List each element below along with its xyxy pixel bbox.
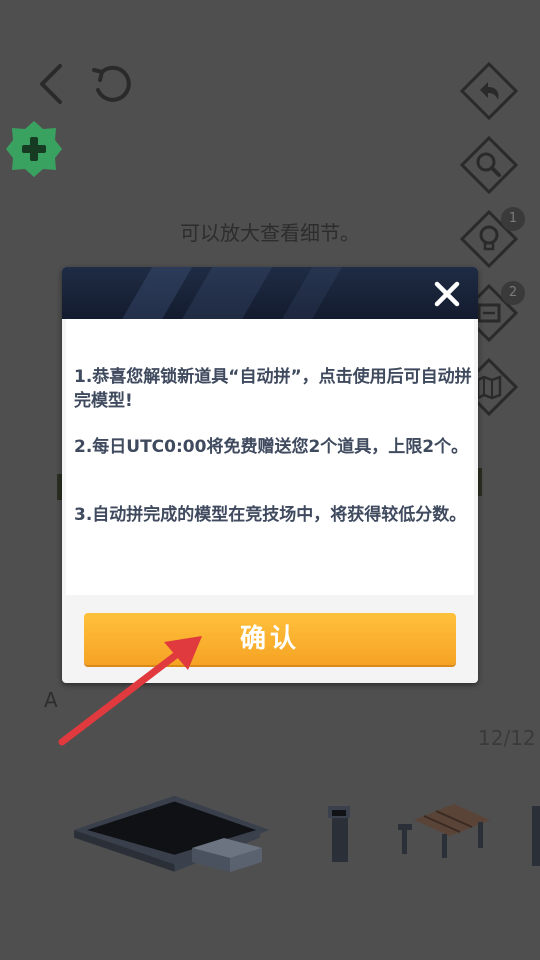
undo-button[interactable] — [460, 62, 518, 120]
piece-partial-right[interactable] — [532, 806, 540, 866]
page-count: 12/12 — [478, 726, 536, 750]
auto-build-count-badge: 2 — [501, 281, 525, 305]
dialog-paragraph-1: 1.恭喜您解锁新道具“自动拼”，点击使用后可自动拼完模型! — [74, 367, 472, 411]
auto-build-dialog: 1.恭喜您解锁新道具“自动拼”，点击使用后可自动拼完模型! 2.每日UTC0:0… — [62, 267, 478, 683]
back-icon[interactable] — [34, 62, 70, 106]
close-icon[interactable] — [430, 277, 464, 311]
map-icon — [476, 375, 502, 401]
add-button[interactable] — [4, 119, 64, 179]
lightbulb-icon — [479, 225, 499, 251]
zoom-button[interactable] — [460, 136, 518, 194]
pointer-arrow-icon — [58, 636, 202, 746]
auto-build-icon — [477, 303, 501, 323]
piece-pillar[interactable] — [326, 804, 354, 864]
magnifier-icon — [476, 152, 501, 177]
dialog-paragraph-3: 3.自动拼完成的模型在竞技场中，将获得较低分数。 — [74, 505, 467, 525]
undo-icon — [480, 82, 499, 100]
dialog-body: 1.恭喜您解锁新道具“自动拼”，点击使用后可自动拼完模型! 2.每日UTC0:0… — [66, 319, 474, 595]
piece-bench[interactable] — [394, 800, 494, 860]
dialog-paragraph-2: 2.每日UTC0:00将免费赠送您2个道具，上限2个。 — [74, 437, 469, 457]
dialog-header — [62, 267, 478, 319]
hint-count-badge: 1 — [501, 207, 525, 231]
piece-step-block[interactable] — [190, 834, 266, 876]
hint-text: 可以放大查看细节。 — [180, 221, 360, 245]
reload-icon[interactable] — [88, 60, 136, 108]
